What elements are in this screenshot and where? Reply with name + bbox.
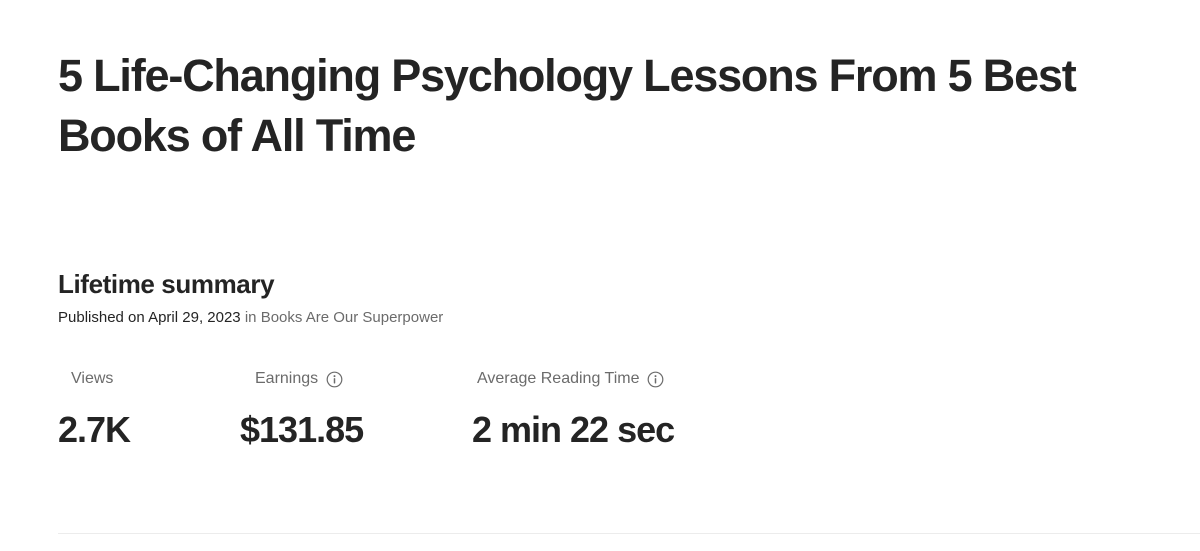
earnings-label: Earnings <box>255 370 319 387</box>
published-date: April 29, 2023 <box>148 309 241 326</box>
publication-link[interactable]: Books Are Our Superpower <box>261 309 444 326</box>
reading-time-info-icon[interactable] <box>647 371 664 388</box>
views-label: Views <box>71 370 114 387</box>
views-stat: Views 2.7K <box>58 368 131 450</box>
article-title: 5 Life-Changing Psychology Lessons From … <box>58 50 1077 161</box>
section-divider <box>58 533 1200 534</box>
reading-time-value: 2 min 22 sec <box>472 409 675 450</box>
published-line: Published on April 29, 2023 in Books Are… <box>58 308 443 328</box>
reading-time-label: Average Reading Time <box>477 370 640 387</box>
lifetime-summary-heading: Lifetime summary <box>58 269 275 299</box>
story-stats-page: 5 Life-Changing Psychology Lessons From … <box>0 0 1200 551</box>
earnings-value: $131.85 <box>240 409 364 450</box>
earnings-stat: Earnings $131.85 <box>240 368 364 450</box>
views-value: 2.7K <box>58 409 131 450</box>
reading-time-stat: Average Reading Time 2 min 22 sec <box>472 368 675 450</box>
earnings-info-icon[interactable] <box>326 371 343 388</box>
published-prefix: Published on <box>58 309 145 326</box>
in-word: in <box>244 309 257 326</box>
